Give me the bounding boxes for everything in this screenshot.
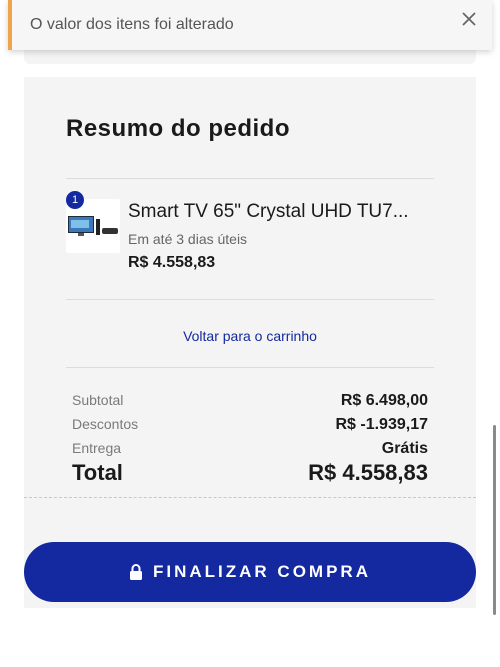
dashed-divider	[24, 497, 476, 498]
summary-title: Resumo do pedido	[66, 115, 290, 142]
discount-value: R$ -1.939,17	[335, 416, 428, 433]
divider	[66, 178, 434, 179]
lock-icon	[129, 564, 143, 580]
toast-message: O valor dos itens foi alterado	[30, 16, 234, 33]
item-name: Smart TV 65" Crystal UHD TU7...	[128, 201, 409, 222]
delivery-value: Grátis	[381, 440, 428, 457]
back-to-cart-link[interactable]: Voltar para o carrinho	[24, 328, 476, 344]
divider	[66, 367, 434, 368]
item-delivery-time: Em até 3 dias úteis	[128, 231, 248, 247]
subtotal-row: Subtotal R$ 6.498,00	[72, 392, 428, 410]
total-row: Total R$ 4.558,83	[72, 460, 428, 486]
subtotal-label: Subtotal	[72, 392, 124, 408]
close-icon[interactable]	[460, 10, 478, 28]
item-price: R$ 4.558,83	[128, 254, 216, 271]
scrollbar[interactable]	[493, 425, 496, 615]
subtotal-value: R$ 6.498,00	[340, 392, 428, 409]
total-label: Total	[72, 460, 123, 485]
delivery-row: Entrega Grátis	[72, 440, 428, 458]
order-summary-card: Resumo do pedido 1 Smart TV 65" Crystal …	[24, 77, 476, 608]
delivery-label: Entrega	[72, 440, 122, 456]
quantity-badge: 1	[66, 191, 84, 209]
order-summary-page: O valor dos itens foi alterado Resumo do…	[0, 0, 500, 667]
discount-row: Descontos R$ -1.939,17	[72, 416, 428, 434]
total-value: R$ 4.558,83	[308, 460, 428, 485]
checkout-button[interactable]: FINALIZAR COMPRA	[24, 542, 476, 602]
divider	[66, 299, 434, 300]
checkout-label: FINALIZAR COMPRA	[153, 562, 371, 581]
discount-label: Descontos	[72, 416, 139, 432]
notification-toast: O valor dos itens foi alterado	[8, 0, 492, 50]
